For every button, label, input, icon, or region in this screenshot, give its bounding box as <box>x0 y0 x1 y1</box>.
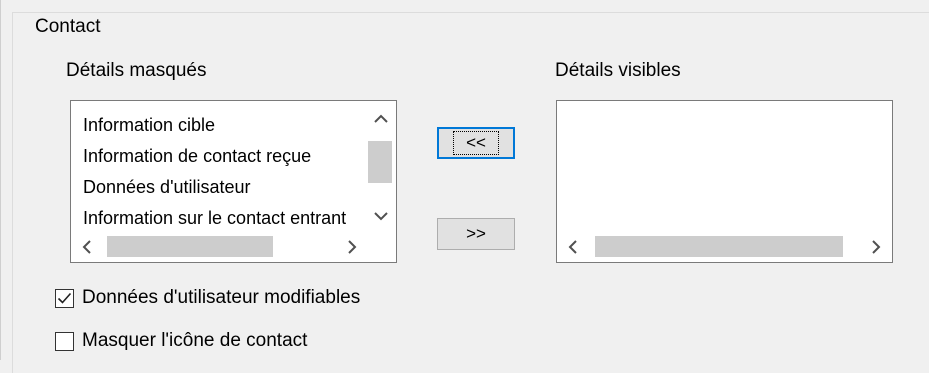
editable-user-data-label: Données d'utilisateur modifiables <box>82 287 361 308</box>
chevron-left-icon[interactable] <box>75 235 99 259</box>
chevron-left-icon[interactable] <box>561 235 585 259</box>
hide-contact-icon-option[interactable]: Masquer l'icône de contact <box>55 330 307 352</box>
hidden-details-listbox[interactable]: Information cible Information de contact… <box>70 100 397 263</box>
move-right-label: >> <box>466 224 486 243</box>
checkmark-icon <box>57 292 72 304</box>
horizontal-scrollbar[interactable] <box>557 232 892 262</box>
visible-details-label: Détails visibles <box>555 60 681 81</box>
move-right-button[interactable]: >> <box>437 218 515 250</box>
list-item[interactable]: Information cible <box>71 110 366 141</box>
chevron-down-icon[interactable] <box>369 204 393 228</box>
move-left-label: << <box>453 131 499 155</box>
scroll-corner <box>366 232 396 262</box>
list-item[interactable]: Information de contact reçue <box>71 141 366 172</box>
horizontal-scroll-thumb[interactable] <box>107 236 273 257</box>
list-item[interactable]: Information sur le contact entrant <box>71 203 366 232</box>
hide-contact-icon-label: Masquer l'icône de contact <box>82 330 308 351</box>
groupbox-title: Contact <box>29 13 107 41</box>
chevron-up-icon[interactable] <box>369 107 393 131</box>
vertical-scroll-thumb[interactable] <box>368 141 392 183</box>
visible-details-listbox[interactable] <box>556 100 893 263</box>
vertical-scrollbar[interactable] <box>366 101 396 232</box>
horizontal-scroll-thumb[interactable] <box>595 236 843 257</box>
move-left-button[interactable]: << <box>437 127 515 159</box>
editable-user-data-option[interactable]: Données d'utilisateur modifiables <box>55 287 360 309</box>
chevron-right-icon[interactable] <box>864 235 888 259</box>
editable-user-data-checkbox[interactable] <box>55 288 74 308</box>
hidden-details-items: Information cible Information de contact… <box>71 101 366 232</box>
hidden-details-label: Détails masqués <box>66 60 207 81</box>
list-item[interactable]: Données d'utilisateur <box>71 172 366 203</box>
chevron-right-icon[interactable] <box>340 235 364 259</box>
horizontal-scrollbar[interactable] <box>71 232 366 262</box>
hide-contact-icon-checkbox[interactable] <box>55 331 74 351</box>
